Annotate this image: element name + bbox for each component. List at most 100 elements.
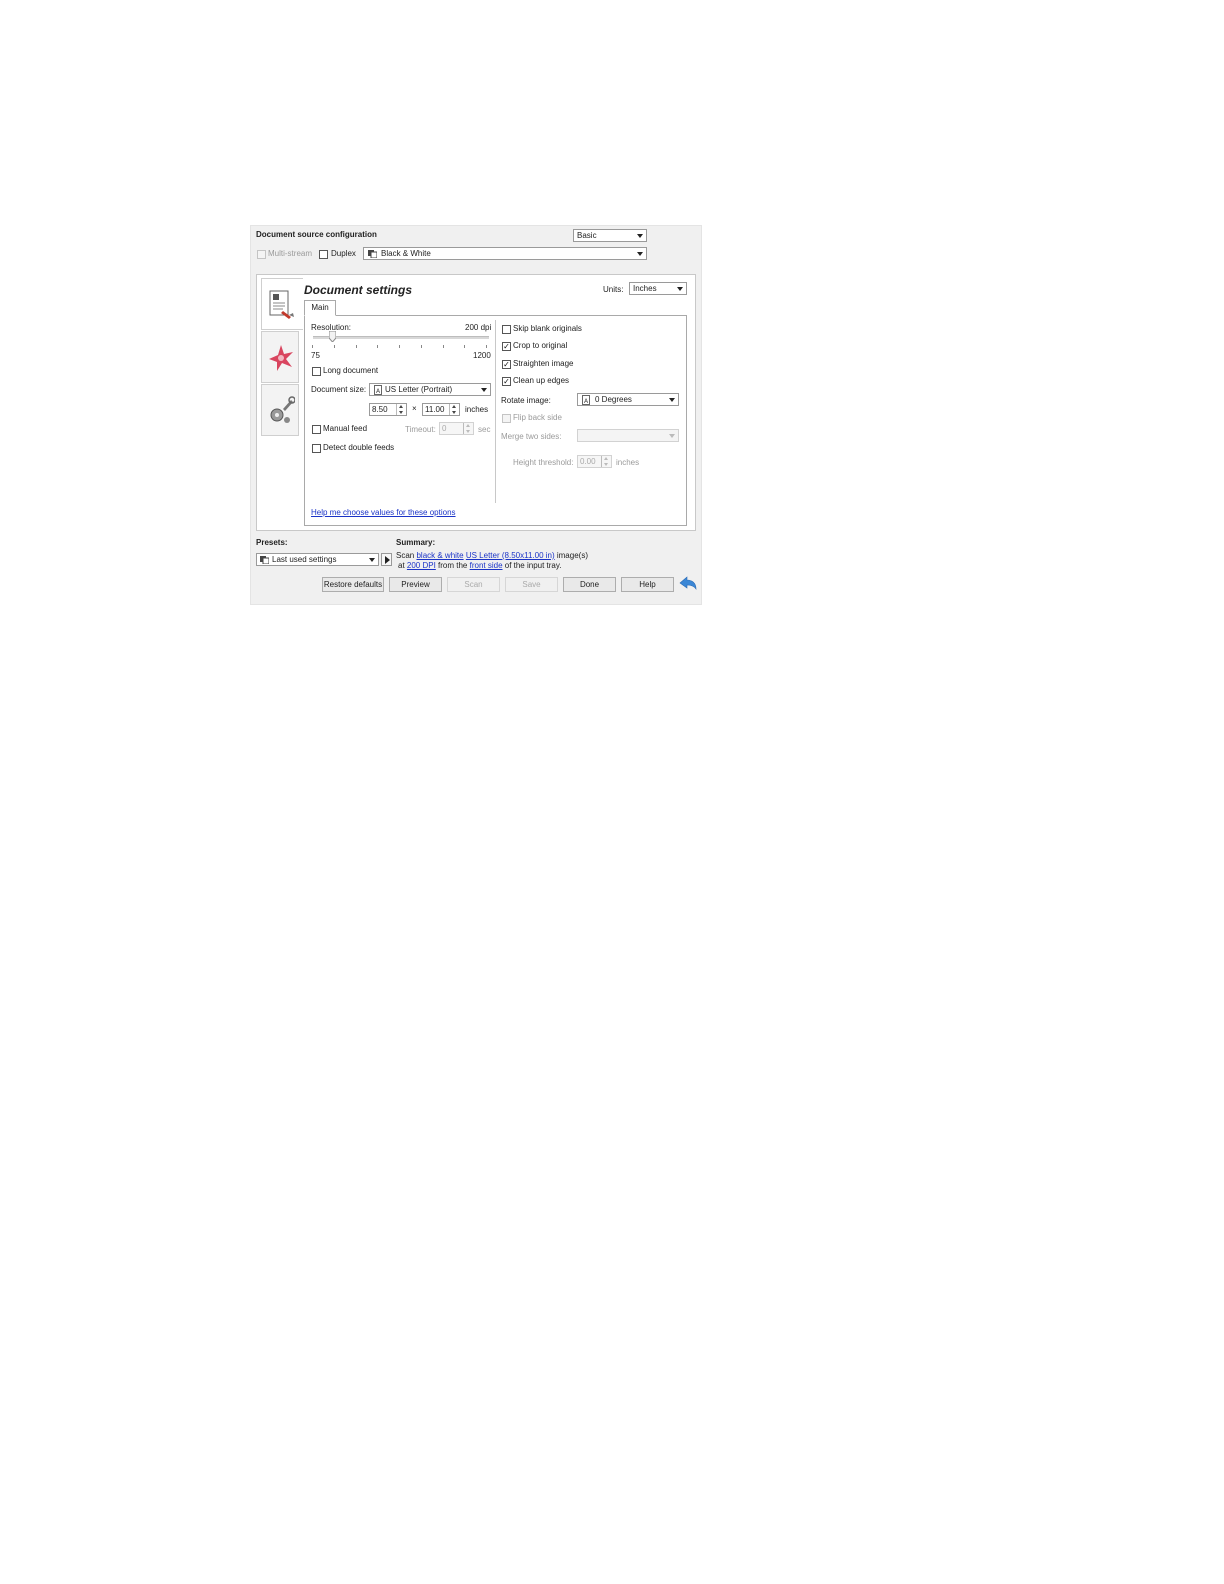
height-stepper[interactable]: 11.00: [422, 403, 460, 416]
summary-text: from the: [435, 561, 470, 570]
slider-max-label: 1200: [473, 351, 491, 360]
cleanup-edges-label: Clean up edges: [513, 376, 570, 385]
chevron-down-icon: [677, 287, 683, 291]
units-select[interactable]: Inches: [629, 282, 687, 295]
slider-tick: [486, 345, 487, 348]
manual-feed-checkbox[interactable]: [312, 425, 321, 434]
scanner-settings-dialog: Document source configuration Basic Mult…: [250, 225, 702, 605]
tab-image-settings[interactable]: [261, 331, 299, 383]
image-settings-icon: [269, 345, 293, 371]
multistream-checkbox[interactable]: [257, 250, 266, 259]
chevron-down-icon: [369, 558, 375, 562]
restore-defaults-button[interactable]: Restore defaults: [322, 577, 384, 592]
mode-select-value: Basic: [577, 231, 597, 240]
page-portrait-icon: A: [374, 385, 382, 395]
resolution-slider-thumb[interactable]: [328, 330, 337, 343]
height-threshold-units: inches: [616, 458, 640, 467]
rotate-image-label: Rotate image:: [501, 396, 551, 405]
slider-tick: [399, 345, 400, 348]
document-size-select[interactable]: A US Letter (Portrait): [369, 383, 491, 396]
slider-tick: [355, 345, 357, 348]
height-threshold-stepper[interactable]: 0.00: [577, 455, 612, 468]
help-choose-values-link[interactable]: Help me choose values for these options: [311, 508, 456, 518]
timeout-label: Timeout:: [405, 425, 436, 434]
document-settings-icon: [269, 290, 294, 319]
spin-arrows-icon[interactable]: [449, 404, 459, 415]
summary-size-link[interactable]: US Letter (8.50x11.00 in): [466, 551, 555, 560]
duplex-label: Duplex: [331, 249, 356, 258]
summary-side-link[interactable]: front side: [470, 561, 503, 570]
summary-dpi-link[interactable]: 200 DPI: [407, 561, 436, 570]
wrench-gear-icon: [270, 396, 295, 423]
slider-tick: [442, 345, 444, 348]
settings-panel: Document settings Units: Inches Main Res…: [256, 274, 696, 531]
color-mode-value: Black & White: [381, 249, 431, 258]
merge-two-sides-select[interactable]: [577, 429, 679, 442]
summary-color-link[interactable]: black & white: [416, 551, 463, 560]
tab-main[interactable]: Main: [304, 300, 336, 316]
document-settings-title: Document settings: [304, 283, 413, 297]
scan-button[interactable]: Scan: [447, 577, 500, 592]
long-document-checkbox[interactable]: [312, 367, 321, 376]
spin-arrows-icon[interactable]: [463, 423, 473, 434]
slider-min-label: 75: [311, 351, 320, 360]
presets-select[interactable]: Last used settings: [256, 553, 379, 566]
size-units-label: inches: [465, 405, 489, 414]
preview-button[interactable]: Preview: [389, 577, 442, 592]
crop-checkbox[interactable]: ✓: [502, 342, 511, 351]
save-button[interactable]: Save: [505, 577, 558, 592]
chevron-down-icon: [637, 252, 643, 256]
presets-label: Presets:: [256, 538, 288, 547]
multistream-label: Multi-stream: [268, 249, 313, 258]
flip-back-checkbox[interactable]: [502, 414, 511, 423]
color-mode-select[interactable]: Black & White: [363, 247, 647, 260]
chevron-down-icon: [481, 388, 487, 392]
resolution-value: 200 dpi: [465, 323, 492, 332]
summary-text: Scan: [396, 551, 417, 560]
presets-menu-button[interactable]: [381, 553, 392, 566]
long-document-label: Long document: [323, 366, 379, 375]
summary-text: image(s): [554, 551, 588, 560]
timeout-value: 0: [442, 424, 447, 433]
summary-label: Summary:: [396, 538, 436, 547]
merge-two-sides-label: Merge two sides:: [501, 432, 562, 441]
resolution-slider-track[interactable]: [313, 336, 489, 339]
summary-line-1: Scan black & white US Letter (8.50x11.00…: [396, 551, 588, 561]
skip-blank-checkbox[interactable]: [502, 325, 511, 334]
height-threshold-value: 0.00: [580, 457, 596, 466]
chevron-down-icon: [637, 234, 643, 238]
page-rotate-icon: A: [582, 395, 590, 405]
back-arrow-icon[interactable]: [679, 576, 697, 592]
timeout-units: sec: [478, 425, 491, 434]
tab-advanced-settings[interactable]: [261, 384, 299, 436]
done-button[interactable]: Done: [563, 577, 616, 592]
duplex-checkbox[interactable]: [319, 250, 328, 259]
summary-text: of the input tray.: [502, 561, 562, 570]
units-value: Inches: [633, 284, 657, 293]
skip-blank-label: Skip blank originals: [513, 324, 582, 333]
rotate-image-select[interactable]: A 0 Degrees: [577, 393, 679, 406]
slider-tick: [464, 345, 466, 348]
detect-double-feeds-label: Detect double feeds: [323, 443, 395, 452]
document-size-label: Document size:: [311, 385, 367, 394]
column-divider: [495, 320, 496, 503]
presets-value: Last used settings: [272, 555, 337, 564]
slider-tick: [312, 345, 313, 348]
spin-arrows-icon[interactable]: [396, 404, 406, 415]
help-button[interactable]: Help: [621, 577, 674, 592]
detect-double-feeds-checkbox[interactable]: [312, 444, 321, 453]
summary-line-2: at 200 DPI from the front side of the in…: [398, 561, 562, 571]
chevron-down-icon: [669, 434, 675, 438]
spin-arrows-icon[interactable]: [601, 456, 611, 467]
timeout-stepper[interactable]: 0: [439, 422, 474, 435]
width-stepper[interactable]: 8.50: [369, 403, 407, 416]
black-white-icon: [368, 250, 377, 258]
cleanup-edges-checkbox[interactable]: ✓: [502, 377, 511, 386]
tab-document-settings[interactable]: [261, 278, 303, 330]
times-sign: ×: [412, 404, 417, 413]
slider-tick: [333, 345, 335, 348]
straighten-checkbox[interactable]: ✓: [502, 360, 511, 369]
width-value: 8.50: [372, 405, 388, 414]
crop-label: Crop to original: [513, 341, 568, 350]
mode-select[interactable]: Basic: [573, 229, 647, 242]
